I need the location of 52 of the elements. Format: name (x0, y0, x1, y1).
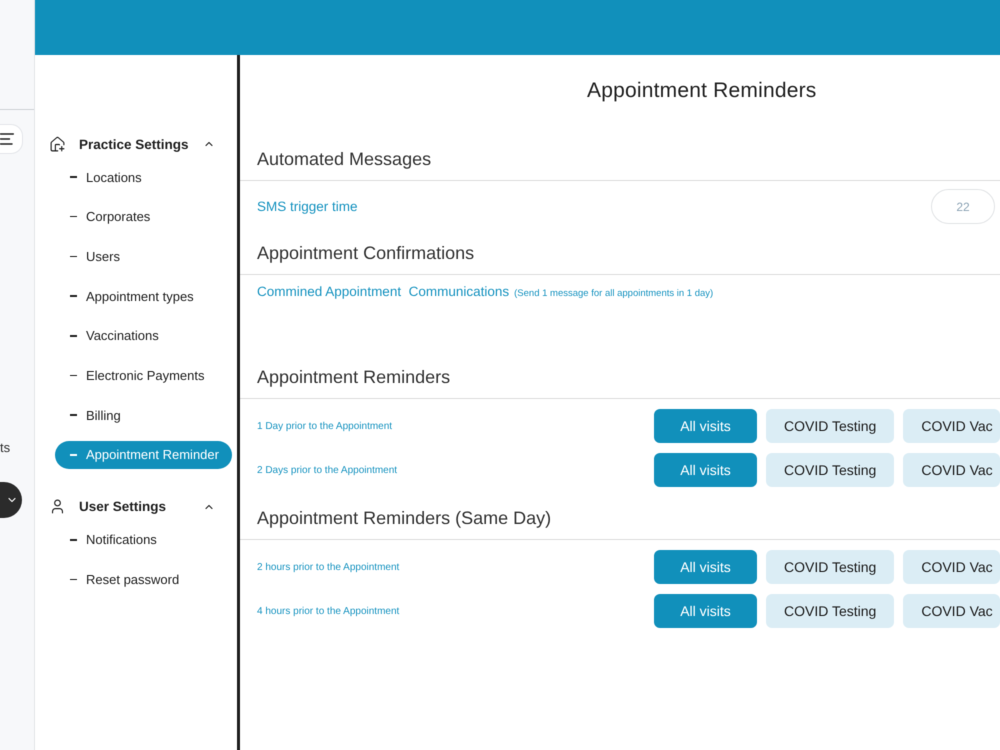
group-title[interactable]: User Settings (79, 499, 166, 514)
sidebar-item[interactable]: Appointment types (55, 282, 232, 310)
visit-type-button[interactable]: COVID Testing (766, 550, 894, 584)
visit-type-button[interactable]: COVID Testing (766, 594, 894, 628)
dash-icon (70, 334, 77, 337)
dash-icon (70, 539, 77, 541)
dash-icon (70, 295, 77, 297)
sidebar-item[interactable]: Corporates (55, 202, 232, 231)
row-label: 1 Day prior to the Appointment (257, 420, 392, 432)
sidebar-item[interactable]: Vaccinations (55, 322, 232, 350)
menu-icon (0, 133, 14, 145)
row-label: SMS trigger time (257, 199, 358, 214)
sidebar-item[interactable]: Appointment Reminder (55, 440, 232, 469)
menu-button[interactable] (0, 124, 23, 154)
visit-type-button[interactable]: All visits (654, 409, 757, 443)
row-label: 2 Days prior to the Appointment (257, 464, 398, 476)
sidebar-item[interactable]: Notifications (55, 526, 232, 554)
visit-type-button[interactable]: COVID Vac (903, 409, 1000, 443)
dash-icon (70, 414, 77, 416)
visit-type-button[interactable]: COVID Vac (903, 550, 1000, 584)
sidebar-item[interactable]: Locations (55, 163, 232, 191)
group-title[interactable]: Practice Settings (79, 136, 189, 152)
dash-icon (70, 454, 77, 456)
page-title: Appointment Reminders (587, 79, 816, 103)
row-label: 2 hours prior to the Appointment (257, 562, 400, 572)
house-plus-icon (49, 136, 66, 152)
visit-type-button[interactable]: COVID Testing (766, 453, 894, 487)
row-label: Commined Appointment Communications (257, 283, 510, 301)
user-icon (49, 498, 66, 516)
sidebar-item[interactable]: Billing (55, 401, 232, 430)
visit-type-button[interactable]: COVID Testing (766, 409, 894, 443)
dash-icon (70, 216, 77, 218)
sidebar-item[interactable]: Reset password (55, 566, 232, 594)
section-heading: Appointment Confirmations (257, 242, 474, 264)
expand-button[interactable] (0, 482, 22, 518)
nav-label[interactable]: ts (0, 440, 10, 456)
row-label: 4 hours prior to the Appointment (257, 606, 400, 616)
section-heading: Automated Messages (257, 148, 432, 170)
row-note: (Send 1 message for all appointments in 1 day) (514, 287, 714, 301)
dash-icon (70, 374, 77, 376)
visit-type-button[interactable]: COVID Vac (903, 453, 1000, 487)
visit-type-button[interactable]: All visits (654, 594, 757, 628)
dash-icon (70, 578, 77, 580)
visit-type-button[interactable]: All visits (654, 453, 757, 487)
visit-type-button[interactable]: COVID Vac (903, 594, 1000, 628)
dash-icon (70, 256, 77, 258)
visit-type-button[interactable]: All visits (654, 550, 757, 584)
sidebar-item[interactable]: Electronic Payments (55, 361, 232, 390)
section-heading: Appointment Reminders (Same Day) (257, 507, 552, 529)
section-heading: Appointment Reminders (257, 366, 450, 388)
dash-icon (70, 176, 77, 178)
sidebar-item[interactable]: Users (55, 242, 232, 270)
